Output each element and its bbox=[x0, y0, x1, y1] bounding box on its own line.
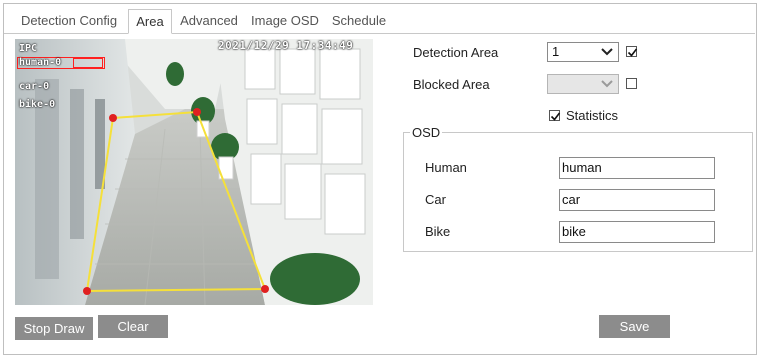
car-osd-input[interactable]: car bbox=[559, 189, 715, 211]
detection-area-select[interactable]: 1 bbox=[547, 42, 619, 62]
bike-count-overlay: bike-0 bbox=[19, 99, 56, 110]
check-icon bbox=[550, 112, 561, 121]
human-count-inner-box bbox=[73, 58, 103, 68]
detection-area-value: 1 bbox=[552, 44, 560, 59]
bike-label: Bike bbox=[425, 224, 451, 239]
ipc-label: IPC bbox=[19, 43, 38, 54]
statistics-label: Statistics bbox=[566, 108, 619, 123]
statistics-checkbox[interactable] bbox=[549, 110, 561, 121]
bike-osd-input[interactable]: bike bbox=[559, 221, 715, 243]
detection-area-label: Detection Area bbox=[413, 45, 499, 60]
car-label: Car bbox=[425, 192, 446, 207]
tab-schedule[interactable]: Schedule bbox=[330, 9, 388, 33]
tab-advanced[interactable]: Advanced bbox=[176, 9, 242, 33]
human-label: Human bbox=[425, 160, 467, 175]
chevron-down-icon bbox=[601, 48, 613, 56]
human-osd-input[interactable]: human bbox=[559, 157, 715, 179]
detection-area-checkbox[interactable] bbox=[626, 46, 638, 57]
tab-detection-config[interactable]: Detection Config bbox=[14, 9, 124, 33]
save-button[interactable]: Save bbox=[599, 315, 670, 338]
chevron-down-icon bbox=[601, 80, 613, 88]
timestamp-overlay: 2021/12/29 17:34:49 bbox=[218, 39, 354, 52]
blocked-area-checkbox[interactable] bbox=[626, 78, 637, 89]
clear-button[interactable]: Clear bbox=[98, 315, 168, 338]
camera-scene bbox=[15, 39, 373, 305]
tab-bar: Detection Config Area Advanced Image OSD… bbox=[4, 9, 755, 34]
tab-area[interactable]: Area bbox=[128, 9, 172, 34]
check-icon bbox=[627, 48, 638, 57]
car-count-overlay: car-0 bbox=[19, 81, 50, 92]
osd-legend: OSD bbox=[410, 125, 443, 140]
blocked-area-select[interactable] bbox=[547, 74, 619, 94]
stop-draw-button[interactable]: Stop Draw bbox=[15, 317, 93, 340]
tab-image-osd[interactable]: Image OSD bbox=[248, 9, 322, 33]
video-preview[interactable]: 2021/12/29 17:34:49 IPC human-0 car-0 bi… bbox=[15, 39, 373, 305]
blocked-area-label: Blocked Area bbox=[413, 77, 490, 92]
human-count-overlay: human-0 bbox=[19, 57, 62, 68]
